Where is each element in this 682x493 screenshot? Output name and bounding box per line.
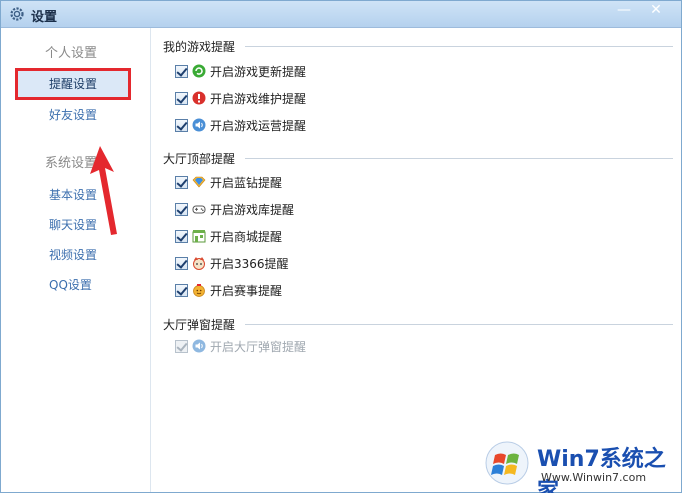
sidebar-item-reminder-settings[interactable]: 提醒设置 bbox=[15, 68, 131, 100]
sidebar-item-video-settings[interactable]: 视频设置 bbox=[49, 246, 97, 263]
gamepad-icon bbox=[192, 205, 206, 214]
section-divider bbox=[245, 46, 673, 47]
checkbox bbox=[175, 339, 188, 353]
minimize-button[interactable]: — bbox=[609, 1, 639, 21]
3366-mascot-icon bbox=[193, 257, 205, 270]
section-title-my-games: 我的游戏提醒 bbox=[163, 40, 236, 54]
checkbox[interactable] bbox=[175, 202, 188, 216]
checkbox-row-game-operation[interactable]: 开启游戏运营提醒 bbox=[175, 116, 306, 134]
watermark: Win7系统之家 Www.Winwin7.com bbox=[485, 433, 681, 493]
checkbox[interactable] bbox=[175, 91, 188, 105]
watermark-brand: Win7系统之家 bbox=[537, 447, 666, 493]
row-label: 开启游戏运营提醒 bbox=[210, 118, 307, 133]
shop-icon bbox=[192, 230, 206, 243]
green-refresh-icon bbox=[192, 64, 206, 78]
checkbox-row-lobby-popup: 开启大厅弹窗提醒 bbox=[175, 337, 306, 355]
sidebar: 个人设置 提醒设置 好友设置 系统设置 基本设置 聊天设置 视频设置 QQ设置 bbox=[1, 28, 151, 492]
row-label: 开启3366提醒 bbox=[210, 256, 289, 271]
close-button[interactable]: ✕ bbox=[641, 1, 671, 21]
checkbox-row-tournament[interactable]: 开启赛事提醒 bbox=[175, 281, 282, 299]
windows-logo-icon bbox=[485, 441, 529, 485]
gear-icon bbox=[10, 7, 24, 21]
row-label: 开启大厅弹窗提醒 bbox=[210, 339, 307, 354]
row-label: 开启蓝钻提醒 bbox=[210, 175, 283, 190]
row-label: 开启游戏维护提醒 bbox=[210, 91, 307, 106]
checkbox-row-game-update[interactable]: 开启游戏更新提醒 bbox=[175, 62, 306, 80]
section-title-lobby-top: 大厅顶部提醒 bbox=[163, 152, 236, 166]
red-alert-icon bbox=[192, 91, 206, 105]
row-label: 开启游戏更新提醒 bbox=[210, 64, 307, 79]
sidebar-item-friend-settings[interactable]: 好友设置 bbox=[49, 106, 97, 123]
checkbox-row-3366[interactable]: 开启3366提醒 bbox=[175, 254, 289, 272]
checkbox[interactable] bbox=[175, 64, 188, 78]
checkbox-row-blue-diamond[interactable]: 开启蓝钻提醒 bbox=[175, 173, 282, 191]
checkbox[interactable] bbox=[175, 256, 188, 270]
watermark-url: Www.Winwin7.com bbox=[541, 471, 647, 484]
checkbox[interactable] bbox=[175, 175, 188, 189]
section-divider bbox=[245, 158, 673, 159]
row-label: 开启赛事提醒 bbox=[210, 283, 283, 298]
section-divider bbox=[245, 324, 673, 325]
section-title-lobby-popup: 大厅弹窗提醒 bbox=[163, 318, 236, 332]
checkbox[interactable] bbox=[175, 118, 188, 132]
red-annotation-arrow bbox=[90, 146, 117, 235]
speaker-icon bbox=[192, 118, 206, 132]
checkbox[interactable] bbox=[175, 283, 188, 297]
checkbox[interactable] bbox=[175, 229, 188, 243]
settings-window: 设置 — ✕ 个人设置 提醒设置 好友设置 系统设置 基本设置 聊天设置 视频设… bbox=[0, 0, 682, 493]
trophy-icon bbox=[193, 284, 205, 297]
reminder-settings-panel: 我的游戏提醒 开启游戏更新提醒 开启游戏维护提醒 开启游戏运营提醒 大厅顶部提醒… bbox=[163, 28, 673, 428]
checkbox-row-game-library[interactable]: 开启游戏库提醒 bbox=[175, 200, 294, 218]
checkbox-row-game-maintenance[interactable]: 开启游戏维护提醒 bbox=[175, 89, 306, 107]
speaker-icon bbox=[192, 339, 206, 353]
blue-diamond-icon bbox=[192, 176, 206, 188]
row-label: 开启商城提醒 bbox=[210, 229, 283, 244]
row-label: 开启游戏库提醒 bbox=[210, 202, 295, 217]
sidebar-header-personal: 个人设置 bbox=[45, 46, 98, 61]
title-bar[interactable]: 设置 — ✕ bbox=[1, 1, 681, 28]
sidebar-item-qq-settings[interactable]: QQ设置 bbox=[49, 276, 92, 293]
checkbox-row-shop[interactable]: 开启商城提醒 bbox=[175, 227, 282, 245]
window-title: 设置 bbox=[31, 10, 58, 25]
